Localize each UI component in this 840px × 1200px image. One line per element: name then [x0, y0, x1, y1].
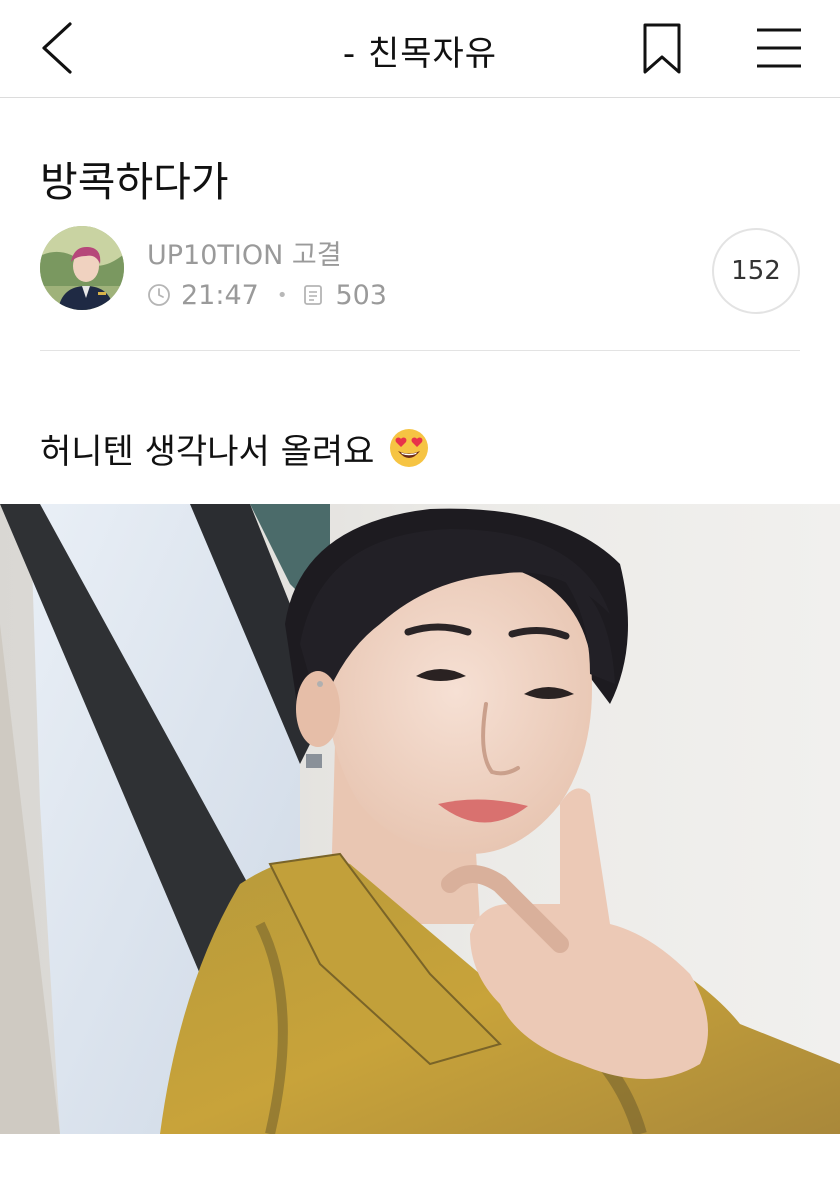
- post-time: 21:47: [181, 279, 259, 311]
- avatar-image: [40, 226, 124, 310]
- author-avatar[interactable]: [40, 226, 124, 310]
- post-body: 허니텐 생각나서 올려요: [40, 424, 430, 472]
- comment-count-button[interactable]: 152: [712, 228, 800, 314]
- top-nav-bar: - 친목자유: [0, 0, 840, 98]
- bookmark-button[interactable]: [636, 20, 688, 78]
- post-body-text: 허니텐 생각나서 올려요: [40, 431, 375, 472]
- author-name[interactable]: UP10TION 고결: [147, 233, 342, 272]
- clock-icon: [148, 284, 170, 306]
- hamburger-menu-icon: [757, 28, 801, 68]
- comment-count: 152: [731, 256, 781, 286]
- divider: [40, 350, 800, 351]
- menu-button[interactable]: [752, 22, 806, 74]
- view-count: 503: [335, 279, 387, 311]
- board-title: - 친목자유: [342, 34, 498, 74]
- post-title: 방콕하다가: [40, 158, 229, 206]
- selfie-photo-image: [0, 504, 840, 1134]
- bookmark-icon: [643, 23, 681, 74]
- meta-separator: •: [276, 284, 288, 306]
- post-photo[interactable]: [0, 504, 840, 1134]
- heart-eyes-emoji-icon: [390, 429, 429, 467]
- document-icon: [304, 285, 323, 305]
- post-meta: 21:47 • 503: [147, 278, 387, 312]
